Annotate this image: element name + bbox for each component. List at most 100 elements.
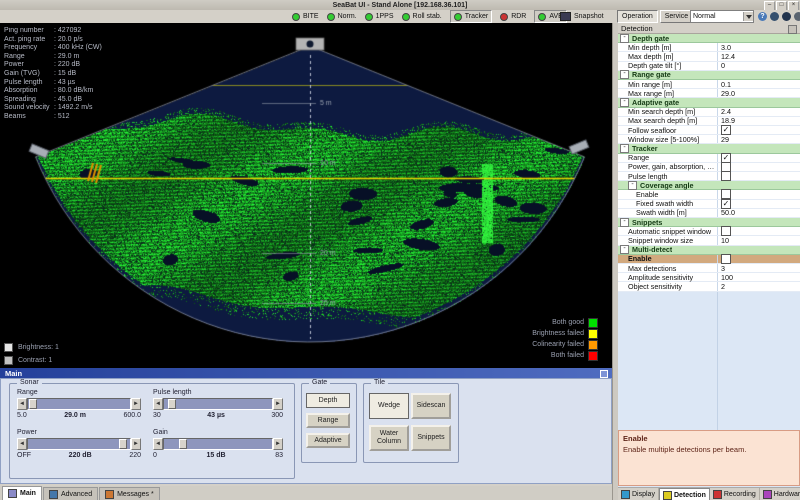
checkbox[interactable]	[721, 226, 731, 236]
settings-icon[interactable]	[794, 12, 800, 21]
slider-left-arrow[interactable]: ◄	[17, 398, 27, 410]
setting-value-cell[interactable]	[717, 227, 800, 235]
detection-row[interactable]: Min depth [m]3.0	[618, 43, 800, 52]
slider-left-arrow[interactable]: ◄	[153, 398, 163, 410]
pin-icon[interactable]	[788, 25, 797, 34]
wedge-tile-button[interactable]: Wedge	[369, 393, 409, 419]
snapshot-button[interactable]: Snapshot	[574, 13, 604, 20]
tab-display[interactable]: Display	[618, 488, 659, 500]
tab-recording[interactable]: Recording	[710, 488, 760, 500]
mode-dropdown[interactable]: Normal	[690, 10, 754, 23]
depth-gate-button[interactable]: Depth	[306, 393, 350, 408]
collapse-icon[interactable]: -	[620, 245, 629, 254]
detection-row[interactable]: Max range [m]29.0	[618, 89, 800, 98]
slider-right-arrow[interactable]: ►	[131, 438, 141, 450]
setting-value-cell[interactable]	[717, 163, 800, 171]
setting-value-cell[interactable]: ✓	[717, 126, 800, 134]
tab-main[interactable]: Main	[2, 486, 42, 500]
setting-value-cell[interactable]: 50.0	[717, 209, 800, 217]
slider-track[interactable]	[27, 398, 131, 410]
collapse-icon[interactable]: -	[620, 144, 629, 153]
setting-value-cell[interactable]: 29.0	[717, 89, 800, 97]
collapse-icon[interactable]: -	[620, 70, 629, 79]
tab-messages-[interactable]: Messages *	[99, 487, 160, 500]
setting-value-cell[interactable]: 3	[717, 264, 800, 272]
setting-value-cell[interactable]: 3.0	[717, 43, 800, 51]
slider-track[interactable]	[27, 438, 131, 450]
status-tracker[interactable]: Tracker	[450, 10, 492, 23]
slider-thumb[interactable]	[168, 399, 176, 409]
setting-value-cell[interactable]: 10	[717, 236, 800, 244]
detection-row[interactable]: Depth gate tilt [°]0	[618, 62, 800, 71]
tab-detection[interactable]: Detection	[659, 488, 710, 500]
checkbox[interactable]: ✓	[721, 125, 731, 135]
setting-value-cell[interactable]: ✓	[717, 200, 800, 208]
detection-row[interactable]: Amplitude sensitivity100	[618, 273, 800, 282]
tab-advanced[interactable]: Advanced	[43, 487, 98, 500]
snippets-tile-button[interactable]: Snippets	[411, 425, 451, 451]
setting-value-cell[interactable]: 100	[717, 273, 800, 281]
setting-value-cell[interactable]: 2.4	[717, 108, 800, 116]
collapse-icon[interactable]: -	[620, 34, 629, 43]
setting-value-cell[interactable]	[717, 255, 800, 263]
operation-button[interactable]: Operation	[617, 10, 658, 23]
slider-track[interactable]	[163, 438, 273, 450]
detection-row[interactable]: Max search depth [m]18.9	[618, 117, 800, 126]
setting-value-cell[interactable]: ✓	[717, 154, 800, 162]
detection-row[interactable]: Enable	[618, 255, 800, 264]
water-column-tile-button[interactable]: Water Column	[369, 425, 409, 451]
service-button[interactable]: Service	[660, 10, 693, 23]
power-icon[interactable]	[782, 12, 791, 21]
checkbox[interactable]	[721, 171, 731, 181]
collapse-icon[interactable]: -	[628, 181, 637, 190]
detection-row[interactable]: Snippet window size10	[618, 236, 800, 245]
slider-track[interactable]	[163, 398, 273, 410]
globe-icon[interactable]	[770, 12, 779, 21]
slider-right-arrow[interactable]: ►	[273, 438, 283, 450]
contrast-row[interactable]: Contrast: 1	[4, 354, 59, 367]
undock-icon[interactable]	[600, 370, 608, 378]
adaptive-gate-button[interactable]: Adaptive	[306, 433, 350, 448]
detection-row[interactable]: Enable	[618, 190, 800, 199]
setting-value-cell[interactable]: 0	[717, 62, 800, 70]
slider-right-arrow[interactable]: ►	[131, 398, 141, 410]
slider-gain[interactable]: ◄►	[153, 438, 283, 450]
detection-row[interactable]: Object sensitivity2	[618, 282, 800, 291]
slider-left-arrow[interactable]: ◄	[17, 438, 27, 450]
slider-right-arrow[interactable]: ►	[273, 398, 283, 410]
slider-power[interactable]: ◄►	[17, 438, 141, 450]
detection-row[interactable]: Range✓	[618, 154, 800, 163]
setting-value-cell[interactable]: 18.9	[717, 117, 800, 125]
detection-row[interactable]: Min search depth [m]2.4	[618, 108, 800, 117]
setting-value-cell[interactable]: 29	[717, 135, 800, 143]
detection-row[interactable]: Power, gain, absorption, and spre...	[618, 163, 800, 172]
tab-hardware[interactable]: Hardware	[760, 488, 800, 500]
setting-value-cell[interactable]	[717, 172, 800, 180]
snapshot-group[interactable]: Snapshot	[560, 10, 604, 23]
setting-value-cell[interactable]: 2	[717, 282, 800, 290]
sidescan-tile-button[interactable]: Sidescan	[411, 393, 451, 419]
main-panel-titlebar[interactable]: Main	[0, 368, 612, 378]
slider-thumb[interactable]	[119, 439, 127, 449]
checkbox[interactable]: ✓	[721, 199, 731, 209]
chevron-down-icon[interactable]	[743, 12, 753, 21]
slider-thumb[interactable]	[179, 439, 187, 449]
range-gate-button[interactable]: Range	[306, 413, 350, 428]
detection-row[interactable]: Swath width [m]50.0	[618, 209, 800, 218]
detection-row[interactable]: Max depth [m]12.4	[618, 52, 800, 61]
collapse-icon[interactable]: -	[620, 218, 629, 227]
setting-value-cell[interactable]: 12.4	[717, 52, 800, 60]
detection-row[interactable]: Fixed swath width✓	[618, 200, 800, 209]
slider-pulse-length[interactable]: ◄►	[153, 398, 283, 410]
collapse-icon[interactable]: -	[620, 98, 629, 107]
setting-value-cell[interactable]	[717, 190, 800, 198]
slider-left-arrow[interactable]: ◄	[153, 438, 163, 450]
checkbox[interactable]	[721, 254, 731, 264]
detection-row[interactable]: Window size [5-100%]29	[618, 135, 800, 144]
brightness-row[interactable]: Brightness: 1	[4, 341, 59, 354]
detection-row[interactable]: Automatic snippet window	[618, 227, 800, 236]
help-icon[interactable]: ?	[758, 12, 767, 21]
setting-value-cell[interactable]: 0.1	[717, 80, 800, 88]
slider-thumb[interactable]	[29, 399, 37, 409]
slider-range[interactable]: ◄►	[17, 398, 141, 410]
